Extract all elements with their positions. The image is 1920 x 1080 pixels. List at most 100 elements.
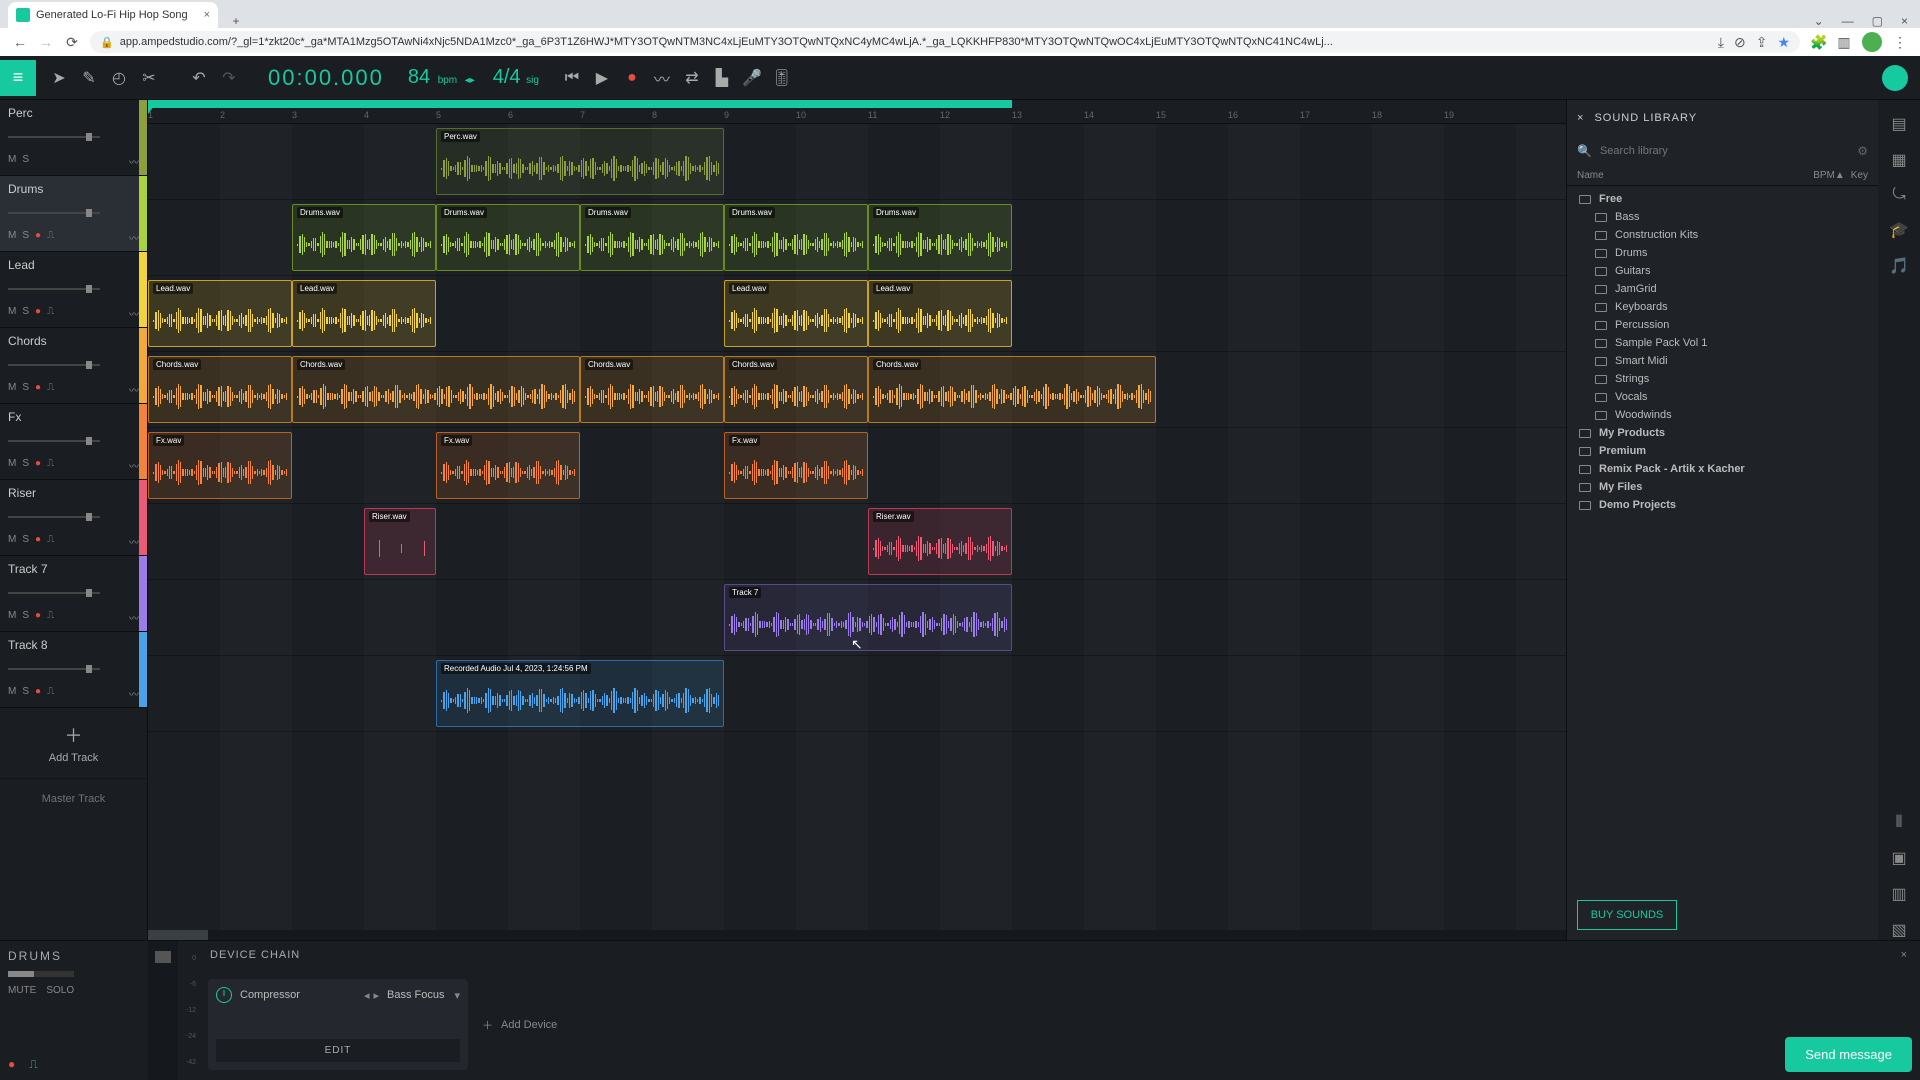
hamburger-button[interactable]: ≡ (0, 60, 36, 96)
col-bpm[interactable]: BPM▲ (1813, 170, 1845, 181)
automation-toggle-icon[interactable]: 〰 (129, 458, 139, 473)
settings-icon[interactable]: ⫴ (1896, 814, 1903, 832)
metronome-icon[interactable]: ▙ (707, 68, 737, 88)
record-arm-icon[interactable]: ● (35, 306, 41, 321)
arrange-lane[interactable]: Lead.wavLead.wavLead.wavLead.wav (148, 276, 1566, 352)
audio-clip[interactable]: Chords.wav (724, 356, 868, 423)
library-folder[interactable]: My Files (1567, 478, 1878, 496)
col-name[interactable]: Name (1577, 170, 1813, 181)
library-folder[interactable]: Remix Pack - Artik x Kacher (1567, 460, 1878, 478)
volume-slider[interactable] (8, 440, 100, 442)
library-folder[interactable]: Free (1567, 190, 1878, 208)
library-folder[interactable]: Sample Pack Vol 1 (1567, 334, 1878, 352)
volume-slider[interactable] (8, 364, 100, 366)
translate-icon[interactable]: ⊘ (1734, 34, 1746, 51)
mute-button[interactable]: M (8, 686, 16, 701)
audio-clip[interactable]: Riser.wav (868, 508, 1012, 575)
solo-button[interactable]: S (22, 154, 29, 169)
sidepanel-icon[interactable]: ▥ (1836, 34, 1852, 51)
library-search-input[interactable] (1600, 145, 1849, 157)
preset-next-icon[interactable]: ▸ (373, 989, 379, 1002)
timecode-display[interactable]: 00:00.000 (268, 65, 384, 91)
bpm-display[interactable]: 84 bpm ◂▸ (408, 66, 475, 89)
mute-button[interactable]: M (8, 154, 16, 169)
solo-button[interactable]: S (22, 382, 29, 397)
library-folder[interactable]: Premium (1567, 442, 1878, 460)
loop-icon[interactable]: ⇄ (677, 68, 707, 88)
preset-name[interactable]: Bass Focus (387, 989, 444, 1002)
audio-clip[interactable]: Chords.wav (292, 356, 580, 423)
browser-tab[interactable]: Generated Lo-Fi Hip Hop Song × (8, 2, 218, 28)
automation-toggle-icon[interactable]: 〰 (129, 686, 139, 701)
track-head-track 8[interactable]: Track 8 MS●⎍〰 (0, 632, 147, 708)
monitor-icon[interactable]: ⎍ (47, 610, 54, 625)
share-icon[interactable]: ⇪ (1756, 34, 1768, 51)
record-arm-icon[interactable]: ● (35, 534, 41, 549)
audio-clip[interactable]: Chords.wav (580, 356, 724, 423)
audio-clip[interactable]: Track 7 (724, 584, 1012, 651)
arm-record-icon[interactable]: ● (8, 1057, 15, 1072)
close-panel-icon[interactable]: × (1577, 112, 1584, 124)
arrange-lane[interactable]: Drums.wavDrums.wavDrums.wavDrums.wavDrum… (148, 200, 1566, 276)
audio-clip[interactable]: Drums.wav (724, 204, 868, 271)
record-arm-icon[interactable]: ● (35, 382, 41, 397)
library-folder[interactable]: Percussion (1567, 316, 1878, 334)
audio-clip[interactable]: Fx.wav (148, 432, 292, 499)
record-arm-icon[interactable]: ● (35, 458, 41, 473)
wave-view-icon[interactable]: 🎵 (1889, 256, 1909, 276)
store-icon[interactable]: ▧ (1891, 920, 1906, 940)
mute-button[interactable]: M (8, 534, 16, 549)
audio-clip[interactable]: Riser.wav (364, 508, 436, 575)
input-monitor-icon[interactable]: ⎍ (29, 1057, 37, 1072)
audio-clip[interactable]: Perc.wav (436, 128, 724, 195)
automation-toggle-icon[interactable]: 〰 (129, 230, 139, 245)
automation-toggle-icon[interactable]: 〰 (129, 610, 139, 625)
chevron-down-icon[interactable]: ⌄ (1814, 14, 1824, 28)
device-edit-button[interactable]: EDIT (216, 1039, 460, 1062)
volume-slider[interactable] (8, 668, 100, 670)
extensions-icon[interactable]: 🧩 (1810, 34, 1826, 51)
automation-icon[interactable]: 〰 (647, 66, 677, 90)
mute-button[interactable]: M (8, 382, 16, 397)
fader[interactable] (148, 941, 178, 1080)
track-head-lead[interactable]: Lead MS●⎍〰 (0, 252, 147, 328)
library-folder[interactable]: Bass (1567, 208, 1878, 226)
device-compressor[interactable]: Compressor ◂ ▸ Bass Focus ▾ EDIT (208, 979, 468, 1070)
record-arm-icon[interactable]: ● (35, 230, 41, 245)
library-folder[interactable]: Drums (1567, 244, 1878, 262)
audio-clip[interactable]: Lead.wav (868, 280, 1012, 347)
library-folder[interactable]: Vocals (1567, 388, 1878, 406)
add-track-button[interactable]: ＋Add Track (0, 708, 147, 778)
bookmark-icon[interactable]: ★ (1777, 34, 1790, 51)
pointer-tool-icon[interactable]: ➤ (44, 68, 74, 88)
menu-icon[interactable]: ⋮ (1892, 34, 1908, 51)
master-track[interactable]: Master Track (0, 778, 147, 819)
audio-clip[interactable]: Fx.wav (436, 432, 580, 499)
audio-clip[interactable]: Drums.wav (868, 204, 1012, 271)
horizontal-scrollbar[interactable] (148, 930, 1566, 940)
learn-icon[interactable]: 🎓 (1889, 220, 1909, 240)
automation-toggle-icon[interactable]: 〰 (129, 154, 139, 169)
volume-slider[interactable] (8, 136, 100, 138)
solo-button[interactable]: S (22, 458, 29, 473)
solo-button[interactable]: S (22, 686, 29, 701)
monitor-icon[interactable]: ⎍ (47, 534, 54, 549)
monitor-icon[interactable]: ⎍ (47, 382, 54, 397)
automation-toggle-icon[interactable]: 〰 (129, 382, 139, 397)
close-window-icon[interactable]: × (1901, 14, 1908, 28)
mic-settings-icon[interactable]: 🎤 (737, 68, 767, 88)
automation-toggle-icon[interactable]: 〰 (129, 306, 139, 321)
power-icon[interactable] (216, 987, 232, 1003)
volume-slider[interactable] (8, 516, 100, 518)
track-head-riser[interactable]: Riser MS●⎍〰 (0, 480, 147, 556)
audio-clip[interactable]: Lead.wav (148, 280, 292, 347)
preset-prev-icon[interactable]: ◂ (364, 989, 370, 1002)
preset-menu-icon[interactable]: ▾ (454, 989, 460, 1002)
monitor-icon[interactable]: ⎍ (47, 686, 54, 701)
mixer-icon[interactable]: 🎚 (767, 68, 797, 88)
address-bar[interactable]: 🔒 app.ampedstudio.com/?_gl=1*zkt20c*_ga*… (90, 31, 1800, 53)
skip-start-icon[interactable]: ⏮ (557, 69, 587, 87)
col-key[interactable]: Key (1851, 170, 1868, 181)
monitor-icon[interactable]: ⎍ (47, 306, 54, 321)
arrange-grid[interactable]: Perc.wavDrums.wavDrums.wavDrums.wavDrums… (148, 124, 1566, 940)
